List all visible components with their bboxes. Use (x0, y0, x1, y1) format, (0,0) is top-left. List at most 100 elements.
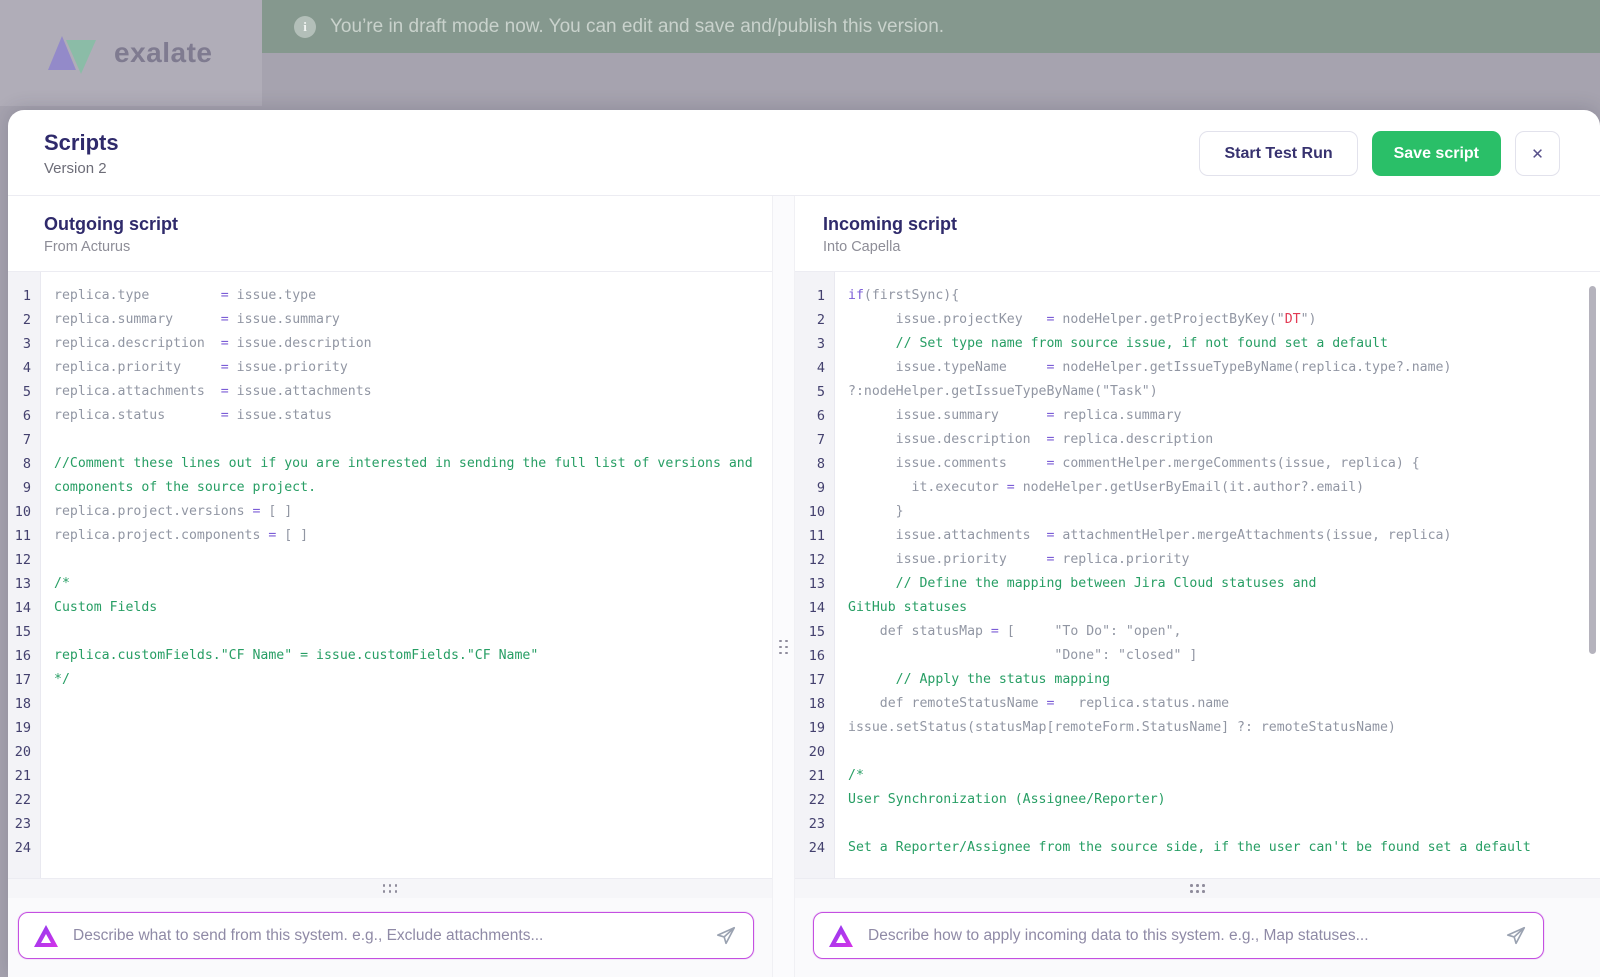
outgoing-pane-header: Outgoing script From Acturus (8, 196, 772, 272)
code-line[interactable] (54, 764, 772, 788)
line-number: 6 (816, 408, 825, 424)
code-line[interactable] (848, 812, 1600, 836)
code-line[interactable]: //Comment these lines out if you are int… (54, 452, 772, 476)
line-number: 13 (808, 576, 825, 592)
code-line[interactable] (54, 836, 772, 860)
code-line[interactable] (54, 812, 772, 836)
line-numbers: 1 2 3 4 5 6 7 8 9 10 11 12 13 14 15 16 17 18 19 20 21 22 23 24 (795, 272, 835, 878)
code-line[interactable]: issue.attachments = attachmentHelper.mer… (848, 524, 1600, 548)
line-number: 12 (14, 552, 31, 568)
code-line[interactable] (54, 548, 772, 572)
code-lines[interactable]: if(firstSync){ issue.projectKey = nodeHe… (835, 272, 1600, 878)
code-line[interactable]: issue.setStatus(statusMap[remoteForm.Sta… (848, 716, 1600, 740)
code-line[interactable] (54, 428, 772, 452)
code-line[interactable]: issue.typeName = nodeHelper.getIssueType… (848, 356, 1600, 380)
x-icon: ✕ (1531, 145, 1544, 163)
code-line[interactable]: replica.customFields."CF Name" = issue.c… (54, 644, 772, 668)
code-lines[interactable]: replica.type = issue.type replica.summary… (41, 272, 772, 878)
code-line[interactable]: "Done": "closed" ] (848, 644, 1600, 668)
code-line[interactable]: ?:nodeHelper.getIssueTypeByName("Task") (848, 380, 1600, 404)
outgoing-send-button[interactable] (715, 925, 737, 947)
incoming-send-button[interactable] (1505, 925, 1527, 947)
line-number: 19 (14, 720, 31, 736)
code-line[interactable]: User Synchronization (Assignee/Reporter) (848, 788, 1600, 812)
code-line[interactable]: GitHub statuses (848, 596, 1600, 620)
code-line[interactable]: replica.project.versions = [ ] (54, 500, 772, 524)
code-line[interactable] (54, 788, 772, 812)
code-line[interactable]: issue.summary = replica.summary (848, 404, 1600, 428)
code-line[interactable]: Set a Reporter/Assignee from the source … (848, 836, 1600, 860)
line-number: 11 (808, 528, 825, 544)
start-test-run-button[interactable]: Start Test Run (1199, 131, 1358, 176)
code-line[interactable]: def remoteStatusName = replica.status.na… (848, 692, 1600, 716)
incoming-prompt-input[interactable] (868, 926, 1491, 945)
code-line[interactable]: issue.comments = commentHelper.mergeComm… (848, 452, 1600, 476)
code-line[interactable]: replica.priority = issue.priority (54, 356, 772, 380)
line-number: 12 (808, 552, 825, 568)
pane-splitter[interactable] (772, 196, 795, 977)
outgoing-ai-prompt-bar[interactable] (18, 912, 754, 959)
code-line[interactable]: issue.priority = replica.priority (848, 548, 1600, 572)
incoming-ai-prompt-bar[interactable] (813, 912, 1544, 959)
code-line[interactable]: replica.status = issue.status (54, 404, 772, 428)
code-line[interactable]: if(firstSync){ (848, 284, 1600, 308)
code-line[interactable]: replica.project.components = [ ] (54, 524, 772, 548)
line-number: 7 (22, 432, 31, 448)
code-line[interactable]: Custom Fields (54, 596, 772, 620)
incoming-title: Incoming script (823, 214, 958, 234)
header-actions: Start Test Run Save script ✕ (1199, 131, 1560, 176)
line-number: 23 (14, 816, 31, 832)
line-number: 18 (14, 696, 31, 712)
code-line[interactable]: } (848, 500, 1600, 524)
line-number: 20 (14, 744, 31, 760)
outgoing-resize-handle[interactable] (8, 878, 772, 898)
line-number: 23 (808, 816, 825, 832)
line-number: 8 (816, 456, 825, 472)
script-panes: Outgoing script From Acturus 1 2 3 4 5 6 7 8 9 10… (8, 196, 1600, 977)
line-number: 21 (808, 768, 825, 784)
line-number: 3 (22, 336, 31, 352)
line-number: 1 (22, 288, 31, 304)
outgoing-prompt-area (8, 898, 772, 977)
code-line[interactable] (848, 740, 1600, 764)
code-line[interactable] (54, 620, 772, 644)
scrollbar-thumb[interactable] (1589, 286, 1596, 654)
code-line[interactable]: replica.summary = issue.summary (54, 308, 772, 332)
code-line[interactable]: // Apply the status mapping (848, 668, 1600, 692)
logo-text: exalate (114, 37, 213, 68)
paper-plane-icon (1506, 926, 1526, 944)
code-line[interactable]: // Set type name from source issue, if n… (848, 332, 1600, 356)
code-line[interactable]: */ (54, 668, 772, 692)
line-number: 10 (808, 504, 825, 520)
line-number: 11 (14, 528, 31, 544)
line-number: 24 (14, 840, 31, 856)
incoming-resize-handle[interactable] (795, 878, 1600, 898)
incoming-code-editor[interactable]: 1 2 3 4 5 6 7 8 9 10 11 12 13 14 15 16 17 18 19 20 21 22 23 24 … (795, 272, 1600, 878)
code-line[interactable]: replica.attachments = issue.attachments (54, 380, 772, 404)
drag-handle-icon (1190, 884, 1206, 894)
code-line[interactable]: /* (54, 572, 772, 596)
line-number: 2 (816, 312, 825, 328)
exalate-logo-icon (48, 36, 96, 74)
code-line[interactable]: replica.type = issue.type (54, 284, 772, 308)
outgoing-prompt-input[interactable] (73, 926, 701, 945)
code-line[interactable]: /* (848, 764, 1600, 788)
line-number: 17 (14, 672, 31, 688)
drag-handle-icon (382, 884, 398, 894)
outgoing-code-editor[interactable]: 1 2 3 4 5 6 7 8 9 10 11 12 13 14 15 16 17 18 19 20 21 22 23 24 … (8, 272, 772, 878)
line-number: 9 (816, 480, 825, 496)
code-line[interactable] (54, 716, 772, 740)
code-line[interactable]: // Define the mapping between Jira Cloud… (848, 572, 1600, 596)
code-line[interactable]: it.executor = nodeHelper.getUserByEmail(… (848, 476, 1600, 500)
code-line[interactable]: def statusMap = [ "To Do": "open", (848, 620, 1600, 644)
close-button[interactable]: ✕ (1515, 131, 1560, 176)
code-line[interactable]: issue.description = replica.description (848, 428, 1600, 452)
code-line[interactable]: components of the source project. (54, 476, 772, 500)
modal-header: Scripts Version 2 Start Test Run Save sc… (8, 110, 1600, 196)
modal-title-block: Scripts Version 2 (44, 130, 119, 177)
code-line[interactable] (54, 740, 772, 764)
code-line[interactable]: replica.description = issue.description (54, 332, 772, 356)
code-line[interactable]: issue.projectKey = nodeHelper.getProject… (848, 308, 1600, 332)
save-script-button[interactable]: Save script (1371, 131, 1501, 176)
code-line[interactable] (54, 692, 772, 716)
